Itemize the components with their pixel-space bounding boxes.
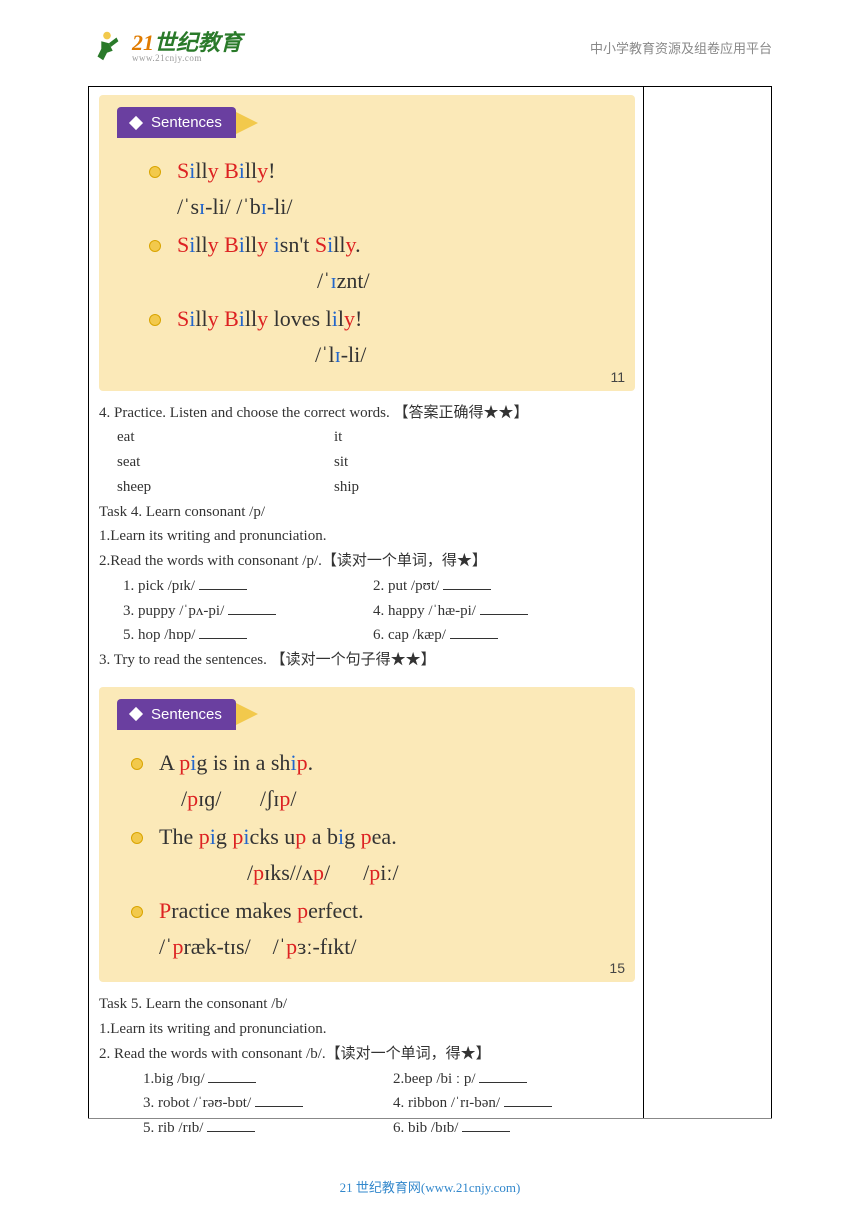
task5-row2: 3. robot /ˈrəʊ-bɒt/ 4. ribbon /ˈrɪ-bən/ <box>143 1091 635 1116</box>
logo-sub: www.21cnjy.com <box>132 54 242 63</box>
tab-label: Sentences <box>151 706 222 723</box>
task4-line2: 2.Read the words with consonant /p/.【读对一… <box>99 549 635 574</box>
task5-title: Task 5. Learn the consonant /b/ <box>99 992 635 1017</box>
logo-main: 21世纪教育 <box>132 32 242 54</box>
task4-row2: 3. puppy /ˈpʌ-pi/ 4. happy /ˈhæ-pi/ <box>123 599 635 624</box>
sentences-card-2: Sentences A pig is in a ship. /pɪɡ/ /ʃɪp… <box>99 687 635 983</box>
blank-input[interactable] <box>255 1093 303 1107</box>
sentences-tab: Sentences <box>117 107 236 138</box>
diamond-icon <box>129 707 143 721</box>
practice4-row3: sheep ship <box>99 475 635 500</box>
task5-block: Task 5. Learn the consonant /b/ 1.Learn … <box>99 992 635 1141</box>
blank-input[interactable] <box>228 601 276 615</box>
task4-line1: 1.Learn its writing and pronunciation. <box>99 524 635 549</box>
card2-body: A pig is in a ship. /pɪɡ/ /ʃɪp/ The pig … <box>99 746 635 975</box>
task4-block: Task 4. Learn consonant /p/ 1.Learn its … <box>99 500 635 673</box>
header-right-text: 中小学教育资源及组卷应用平台 <box>590 38 772 57</box>
task5-line2: 2. Read the words with consonant /b/.【读对… <box>99 1042 635 1067</box>
card2-line3: Practice makes perfect. <box>159 894 607 928</box>
blank-input[interactable] <box>504 1093 552 1107</box>
task5-row3: 5. rib /rɪb/ 6. bib /bɪb/ <box>143 1116 635 1141</box>
card1-ipa2: /ˈɪznt/ <box>177 264 607 298</box>
practice4-block: 4. Practice. Listen and choose the corre… <box>99 401 635 500</box>
page-header: 21世纪教育 www.21cnjy.com 中小学教育资源及组卷应用平台 <box>0 0 860 76</box>
blank-input[interactable] <box>199 576 247 590</box>
task5-line1: 1.Learn its writing and pronunciation. <box>99 1017 635 1042</box>
practice4-row1: eat it <box>99 425 635 450</box>
task5-row1: 1.big /bɪɡ/ 2.beep /bi ː p/ <box>143 1067 635 1092</box>
blank-input[interactable] <box>462 1118 510 1132</box>
card1-body: Silly Billy! /ˈsɪ-li/ /ˈbɪ-li/ Silly Bil… <box>99 154 635 383</box>
card1-ipa3: /ˈlɪ-li/ <box>177 338 607 372</box>
card2-ipa3: /ˈpræk-tɪs/ /ˈpɜː-fɪkt/ <box>159 930 607 964</box>
= <box>208 1069 256 1083</box>
card2-ipa1: /pɪɡ/ /ʃɪp/ <box>159 782 607 816</box>
card2-line2: The pig picks up a big pea. <box>159 820 607 854</box>
diamond-icon <box>129 115 143 129</box>
sentences-tab: Sentences <box>117 699 236 730</box>
practice4-title: 4. Practice. Listen and choose the corre… <box>99 401 635 426</box>
main-column: Sentences Silly Billy! /ˈsɪ-li/ /ˈbɪ-li/… <box>89 87 644 1118</box>
sentences-card-1: Sentences Silly Billy! /ˈsɪ-li/ /ˈbɪ-li/… <box>99 95 635 391</box>
task4-title: Task 4. Learn consonant /p/ <box>99 500 635 525</box>
card1-line2: Silly Billy isn't Silly. <box>177 228 607 262</box>
card1-line3: Silly Billy loves lily! <box>177 302 607 336</box>
blank-input[interactable] <box>207 1118 255 1132</box>
blank-input[interactable] <box>450 625 498 639</box>
logo-text: 21世纪教育 www.21cnjy.com <box>132 32 242 63</box>
footer-text: 21 世纪教育网(www.21cnjy.com) <box>0 1177 860 1196</box>
runner-icon <box>88 28 126 66</box>
task5-words: 1.big /bɪɡ/ 2.beep /bi ː p/ 3. robot /ˈr… <box>99 1067 635 1141</box>
card1-num: 11 <box>610 369 625 385</box>
blank-input[interactable] <box>479 1069 527 1083</box>
blank-input[interactable] <box>443 576 491 590</box>
task4-row3: 5. hop /hɒp/ 6. cap /kæp/ <box>123 623 635 648</box>
task4-row1: 1. pick /pɪk/ 2. put /pʊt/ <box>123 574 635 599</box>
task4-words: 1. pick /pɪk/ 2. put /pʊt/ 3. puppy /ˈpʌ… <box>99 574 635 648</box>
blank-input[interactable] <box>199 625 247 639</box>
blank-input[interactable] <box>480 601 528 615</box>
logo: 21世纪教育 www.21cnjy.com <box>88 28 242 66</box>
card2-ipa2: /pɪks//ʌp/ /piː/ <box>159 856 607 890</box>
card1-ipa1: /ˈsɪ-li/ /ˈbɪ-li/ <box>177 190 607 224</box>
card2-line1: A pig is in a ship. <box>159 746 607 780</box>
content-frame: Sentences Silly Billy! /ˈsɪ-li/ /ˈbɪ-li/… <box>88 86 772 1118</box>
card2-num: 15 <box>609 960 625 976</box>
practice4-row2: seat sit <box>99 450 635 475</box>
card1-line1: Silly Billy! <box>177 154 607 188</box>
task4-line3: 3. Try to read the sentences. 【读对一个句子得★★… <box>99 648 635 673</box>
side-column <box>644 87 771 1118</box>
tab-label: Sentences <box>151 114 222 131</box>
